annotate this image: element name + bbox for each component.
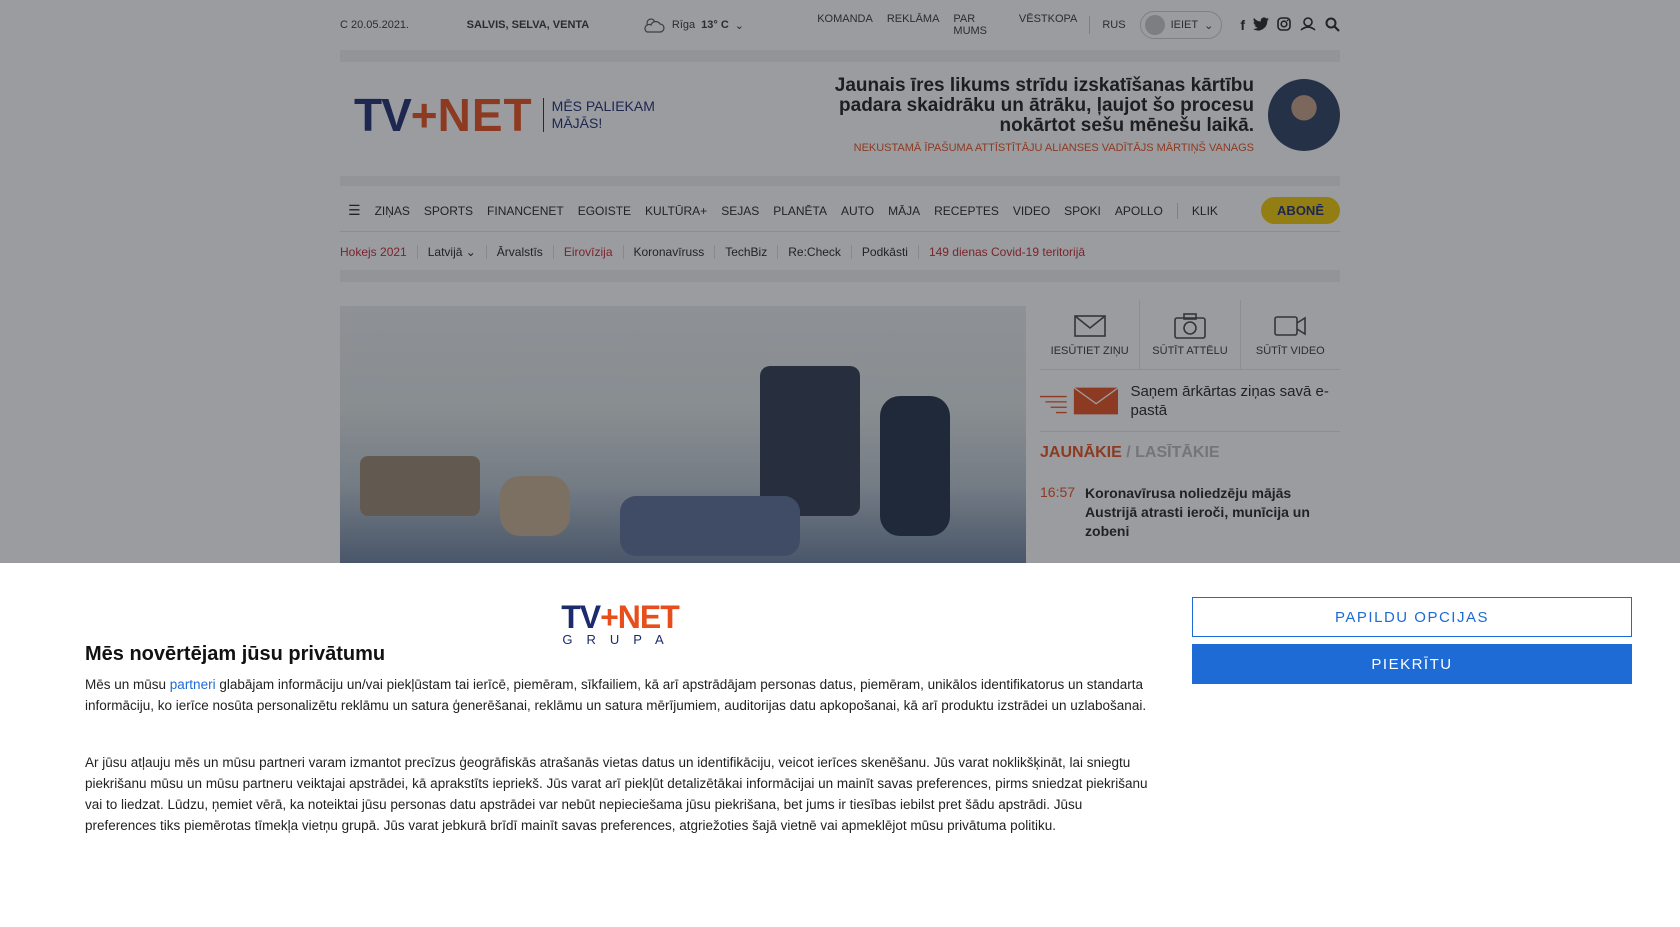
consent-paragraph-1: Mēs un mūsu partneri glabājam informācij… xyxy=(85,674,1155,716)
consent-logo-mark: TV+NET xyxy=(534,599,706,636)
consent-p1-before: Mēs un mūsu xyxy=(85,677,170,692)
partners-link[interactable]: partneri xyxy=(170,677,216,692)
consent-p1-after: glabājam informāciju un/vai piekļūstam t… xyxy=(85,677,1147,713)
consent-brand-logo: TV+NET GRUPA xyxy=(534,599,706,647)
consent-title: Mēs novērtējam jūsu privātumu xyxy=(85,643,386,665)
consent-logo-plus-icon: + xyxy=(600,599,619,635)
more-options-button[interactable]: PAPILDU OPCIJAS xyxy=(1192,597,1632,637)
agree-button[interactable]: PIEKRĪTU xyxy=(1192,644,1632,684)
consent-paragraph-2: Ar jūsu atļauju mēs un mūsu partneri var… xyxy=(85,755,1148,833)
consent-logo-sub: GRUPA xyxy=(562,632,678,647)
consent-dialog: TV+NET GRUPA Mēs novērtējam jūsu privātu… xyxy=(0,563,1680,927)
consent-logo-tv: TV xyxy=(561,599,601,635)
page-background: C 20.05.2021. SALVIS, SELVA, VENTA Rīga … xyxy=(0,0,1680,927)
consent-logo-net: NET xyxy=(617,599,680,635)
